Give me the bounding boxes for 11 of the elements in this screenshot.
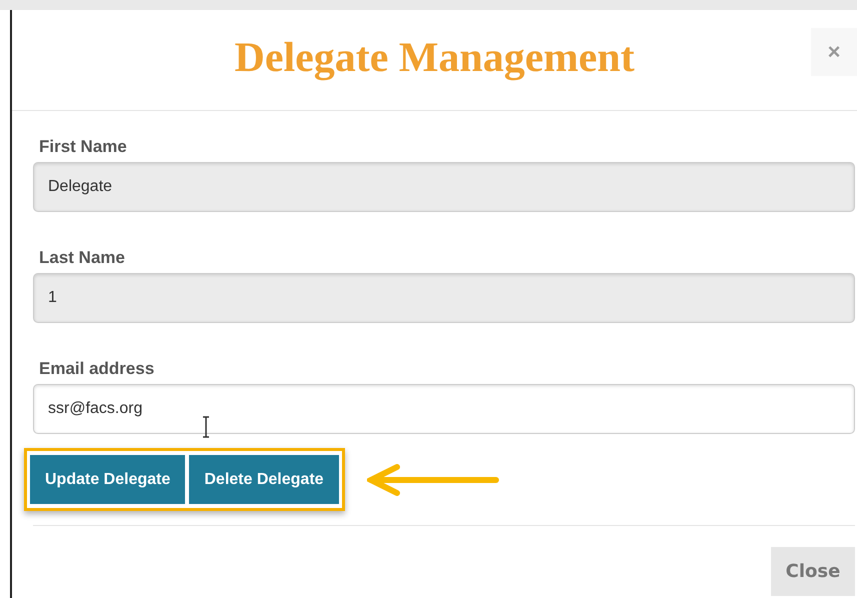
- action-button[interactable]: Delete Delegate: [189, 455, 339, 504]
- action-button[interactable]: Update Delegate: [30, 455, 186, 504]
- close-button[interactable]: ×: [811, 28, 857, 76]
- text-field[interactable]: ssr@facs.org: [33, 384, 855, 434]
- close-button[interactable]: Close: [771, 547, 855, 596]
- field-label: First Name: [39, 137, 128, 157]
- field-label: Email address: [39, 359, 156, 379]
- field-label: Last Name: [39, 248, 126, 268]
- text-cursor-icon: [201, 416, 211, 438]
- arrow-icon: [366, 462, 499, 496]
- dialog-title: Delegate Management: [234, 34, 635, 82]
